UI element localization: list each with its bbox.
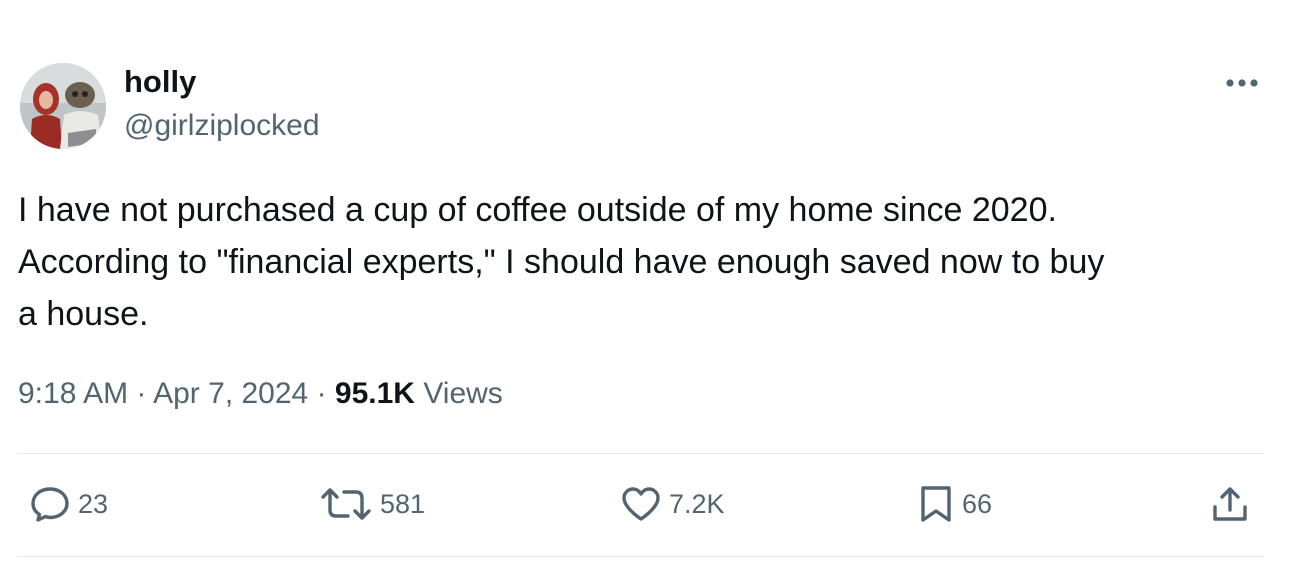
bookmark-button[interactable]: 66 <box>918 486 992 522</box>
heart-icon <box>622 487 660 521</box>
divider <box>18 556 1264 557</box>
views-label[interactable]: Views <box>423 377 502 410</box>
like-count: 7.2K <box>669 489 725 519</box>
tweet-card: holly @girlziplocked I have not purchase… <box>0 0 1294 580</box>
more-horizontal-icon <box>1226 79 1258 87</box>
reply-icon <box>31 487 69 522</box>
avatar-image <box>20 63 106 149</box>
author-name[interactable]: holly <box>124 63 196 101</box>
repost-count: 581 <box>380 489 426 519</box>
like-button[interactable]: 7.2K <box>621 486 725 522</box>
author-handle[interactable]: @girlziplocked <box>124 107 320 145</box>
tweet-time[interactable]: 9:18 AM <box>18 377 128 410</box>
reply-count: 23 <box>78 489 109 519</box>
meta-separator: · <box>136 377 147 410</box>
meta-separator: · <box>316 377 327 410</box>
bookmark-icon <box>921 486 951 522</box>
share-button[interactable] <box>1210 486 1250 522</box>
tweet-text: I have not purchased a cup of coffee out… <box>18 191 1105 333</box>
tweet-date[interactable]: Apr 7, 2024 <box>153 377 308 410</box>
divider <box>18 453 1264 454</box>
repost-button[interactable]: 581 <box>320 486 425 522</box>
views-count[interactable]: 95.1K <box>335 377 415 410</box>
avatar[interactable] <box>20 63 106 149</box>
tweet-meta: 9:18 AM · Apr 7, 2024 · 95.1K Views <box>18 374 503 414</box>
share-icon <box>1213 487 1247 521</box>
reply-button[interactable]: 23 <box>30 486 108 522</box>
repost-icon <box>321 488 371 520</box>
more-options-button[interactable] <box>1222 68 1262 98</box>
bookmark-count: 66 <box>962 489 993 519</box>
